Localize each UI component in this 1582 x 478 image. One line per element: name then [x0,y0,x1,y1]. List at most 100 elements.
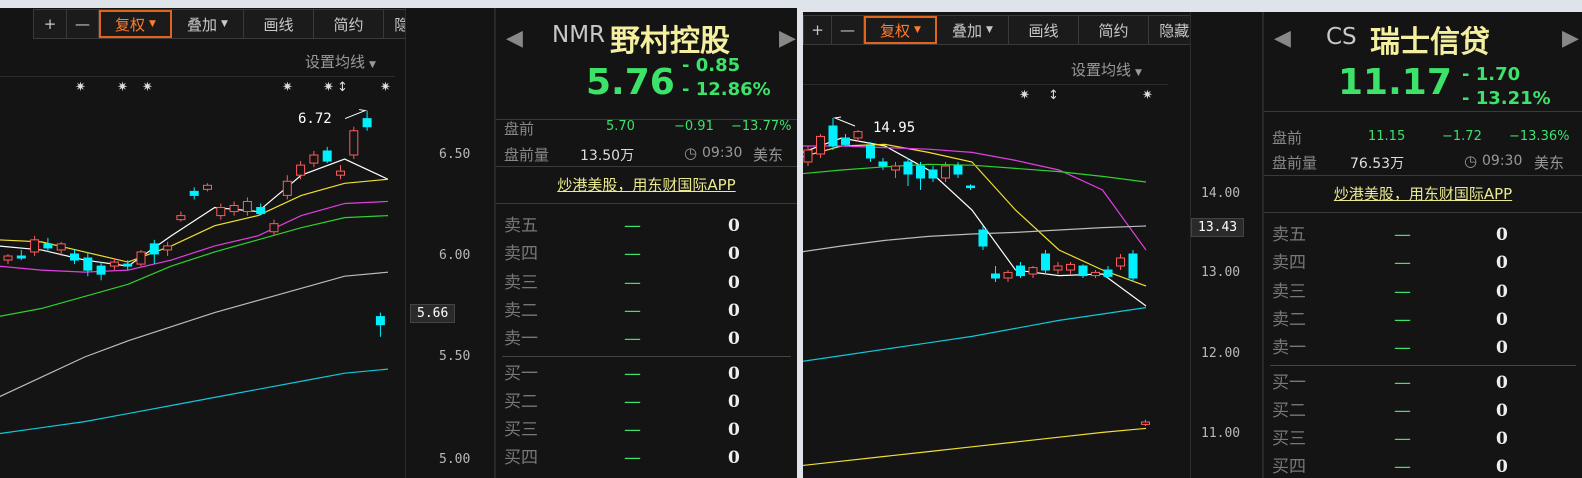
candlestick-chart[interactable] [803,12,1190,478]
order-price: — [624,391,641,412]
candle-body [56,243,66,251]
candle-body [322,150,332,162]
order-book-row[interactable]: 买三 — 0 [1264,425,1582,453]
order-book-row[interactable]: 买二 — 0 [496,388,797,416]
quote-panel: ◀ CS 瑞士信贷 ▶ 11.17 - 1.70 - 13.21% 盘前 11.… [1262,12,1582,478]
order-book-row[interactable]: 卖一 — 0 [496,325,797,353]
next-stock-arrow-icon[interactable]: ▶ [779,26,796,51]
order-level-label: 卖四 [1272,253,1306,274]
order-book-row[interactable]: 卖二 — 0 [496,297,797,325]
order-price: — [624,420,641,441]
order-level-label: 卖二 [504,300,538,321]
order-price: — [624,272,641,293]
candle-body [941,165,950,179]
order-volume: 0 [1496,457,1508,478]
order-book-row[interactable]: 卖四 — 0 [496,240,797,268]
order-volume: 0 [728,329,740,350]
percent-change: - 13.21% [1462,88,1551,109]
order-level-label: 买二 [1272,400,1306,421]
candle-body [1028,267,1038,275]
stock-name: 野村控股 [610,24,730,59]
event-marker-icon[interactable]: ✷ [282,80,293,95]
bid-ask-divider [1270,364,1576,366]
order-volume: 0 [1496,400,1508,421]
order-book-row[interactable]: 买二 — 0 [1264,397,1582,425]
candlestick-chart[interactable] [0,8,405,478]
quote-panel: ◀ NMR 野村控股 ▶ 5.76 - 0.85 - 12.86% 盘前 5.7… [494,8,797,478]
order-volume: 0 [1496,225,1508,245]
order-book-row[interactable]: 买一 — 0 [496,360,797,388]
stock-panel-nmr: + — 复权▼ 叠加▼ 画线 简约 隐藏▶▶ ⛶ 设置均线▼ ✷ ✷ ✷ ✷ ✷… [0,8,797,478]
split-marker-icon[interactable]: ↕ [337,80,348,95]
candle-body [136,251,146,265]
order-level-label: 买一 [1272,372,1306,393]
high-arrow-icon [344,109,367,120]
y-tick: 12.00 [1201,346,1241,361]
order-level-label: 买一 [504,363,538,384]
order-book-row[interactable]: 卖一 — 0 [1264,334,1582,362]
order-book-row[interactable]: 买一 — 0 [1264,369,1582,397]
event-marker-icon[interactable]: ✷ [1142,88,1153,103]
order-book-row[interactable]: 卖五 — 0 [496,212,797,240]
y-tick: 5.00 [439,452,471,467]
event-marker-icon[interactable]: ✷ [142,80,153,95]
order-price: — [624,363,641,384]
moving-average-line [803,225,1147,253]
order-price: — [1394,400,1411,421]
order-level-label: 买四 [1272,457,1306,478]
candle-body [109,261,119,267]
quote-header: ◀ NMR 野村控股 ▶ 5.76 - 0.85 - 12.86% [496,8,797,120]
order-level-label: 买二 [504,391,538,412]
current-price-label: 5.66 [410,304,456,323]
order-level-label: 买三 [504,420,538,441]
order-book-row[interactable]: 买四 — 0 [496,444,797,472]
order-level-label: 卖三 [504,272,538,293]
order-book-row[interactable]: 买三 — 0 [496,416,797,444]
candle-body [189,190,199,196]
split-marker-icon[interactable]: ↕ [1048,88,1059,103]
event-marker-icon[interactable]: ✷ [380,80,391,95]
order-price: — [624,329,641,350]
candle-body [853,131,863,139]
premarket-percent: −13.77% [731,119,792,134]
candle-body [1078,265,1088,277]
candle-body [296,164,306,176]
candle-body [30,239,40,253]
candle-body [991,273,1000,279]
order-book-row[interactable]: 买五 — 0 [496,473,797,478]
promo-link[interactable]: 炒港美股，用东财国际APP [496,166,797,204]
stock-name: 瑞士信贷 [1370,25,1490,60]
order-book-row[interactable]: 卖二 — 0 [1264,306,1582,334]
candle-body [1091,271,1100,277]
event-marker-icon[interactable]: ✷ [75,80,86,95]
candle-body [1128,253,1138,279]
prev-stock-arrow-icon[interactable]: ◀ [506,26,523,51]
event-marker-icon[interactable]: ✷ [117,80,128,95]
order-book-row[interactable]: 卖四 — 0 [1264,249,1582,277]
candle-body [242,200,252,213]
percent-change: - 12.86% [682,79,771,100]
premarket-percent: −13.36% [1509,129,1570,144]
order-price: — [1394,338,1411,359]
next-stock-arrow-icon[interactable]: ▶ [1562,26,1579,51]
order-book-row[interactable]: 卖三 — 0 [496,269,797,297]
candle-body [216,207,226,217]
moving-average-line [0,200,389,273]
y-tick: 5.50 [439,349,471,364]
candle-body [1016,265,1025,277]
candle-body [203,184,212,190]
y-tick: 14.00 [1201,186,1241,201]
prev-stock-arrow-icon[interactable]: ◀ [1274,26,1291,51]
order-book-row[interactable]: 卖三 — 0 [1264,278,1582,306]
order-book-row[interactable]: 买四 — 0 [1264,453,1582,478]
y-tick: 13.00 [1201,265,1241,280]
order-volume: 0 [1496,429,1508,450]
candle-body [1116,257,1125,267]
premarket-volume-label: 盘前量 [1272,154,1318,172]
promo-link[interactable]: 炒港美股，用东财国际APP [1264,175,1582,213]
event-marker-icon[interactable]: ✷ [323,80,334,95]
candle-body [349,130,359,156]
candle-body [866,145,875,159]
event-marker-icon[interactable]: ✷ [1019,88,1030,103]
order-book-row[interactable]: 卖五 — 0 [1264,221,1582,249]
